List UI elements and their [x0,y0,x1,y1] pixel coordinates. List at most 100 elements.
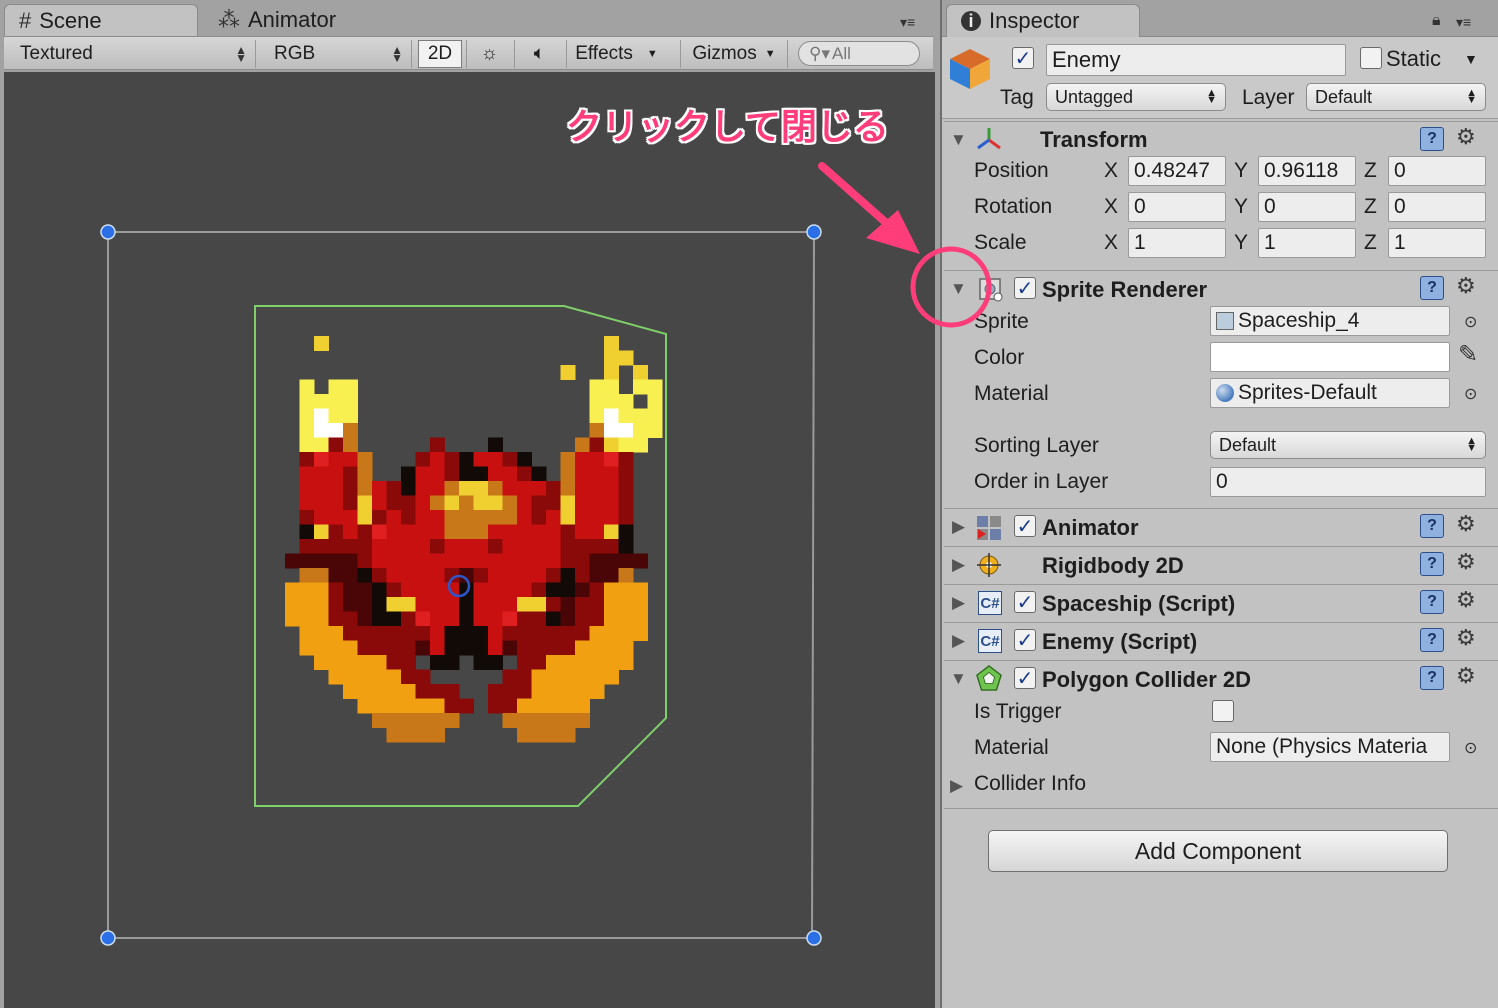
object-picker-icon[interactable]: ⊙ [1464,384,1477,404]
rigidbody2d-header[interactable]: ▶ Rigidbody 2D ? ⚙ [944,546,1498,582]
position-x-field[interactable]: 0.48247 [1128,156,1226,186]
eyedropper-icon[interactable]: ✎ [1458,340,1478,369]
fold-arrow-collapsed-icon[interactable]: ▶ [952,593,965,613]
panel-menu-icon[interactable]: ▾≡ [900,14,915,31]
animator-enabled-checkbox[interactable]: ✓ [1014,515,1036,538]
add-component-button[interactable]: Add Component [988,830,1448,872]
spaceship-script-enabled-checkbox[interactable]: ✓ [1014,591,1036,614]
lighting-toggle[interactable]: ☼ [466,40,512,68]
tab-animator[interactable]: ⁂ Animator [204,4,404,36]
axis-y-label[interactable]: Y [1234,195,1248,219]
enemy-script-title: Enemy (Script) [1042,629,1198,654]
object-picker-icon[interactable]: ⊙ [1464,312,1477,332]
sorting-layer-dropdown[interactable]: Default ▲ ▼ [1210,431,1486,459]
scale-y-field[interactable]: 1 [1258,228,1356,258]
polygon-collider-header[interactable]: ▼ ✓ Polygon Collider 2D ? ⚙ [944,660,1498,696]
gear-icon[interactable]: ⚙ [1456,625,1476,651]
effects-dropdown[interactable]: Effects ▼ [566,40,666,68]
gear-icon[interactable]: ⚙ [1456,663,1476,689]
axis-y-label[interactable]: Y [1234,231,1248,255]
gear-icon[interactable]: ⚙ [1456,511,1476,537]
material-object-field[interactable]: Sprites-Default [1210,378,1450,408]
help-book-icon[interactable]: ? [1420,276,1444,300]
help-book-icon[interactable]: ? [1420,127,1444,151]
enemy-script-header[interactable]: ▶ C# ✓ Enemy (Script) ? ⚙ [944,622,1498,658]
scale-x-field[interactable]: 1 [1128,228,1226,258]
sprite-renderer-header[interactable]: ▼ ✓ Sprite Renderer ? ⚙ [944,270,1498,306]
scene-search-input[interactable]: ⚲▾ All [798,41,920,66]
scale-z-field[interactable]: 1 [1388,228,1486,258]
speaker-icon: 🔈︎ [533,43,546,64]
sprite-object-field[interactable]: Spaceship_4 [1210,306,1450,336]
order-in-layer-field[interactable]: 0 [1210,467,1486,497]
updown-arrows-icon: ▲ ▼ [1206,87,1217,106]
gear-icon[interactable]: ⚙ [1456,587,1476,613]
animator-header[interactable]: ▶ ✓ Animator ? ⚙ [944,508,1498,544]
transform-header[interactable]: ▼ Transform ? ⚙ [944,121,1498,157]
axis-z-label[interactable]: Z [1364,231,1377,255]
object-picker-icon[interactable]: ⊙ [1464,738,1477,758]
axis-z-label[interactable]: Z [1364,195,1377,219]
fold-arrow-expanded-icon[interactable]: ▼ [950,669,967,689]
tab-inspector[interactable]: i Inspector [946,4,1140,37]
axis-y-label[interactable]: Y [1234,159,1248,183]
axis-x-label[interactable]: X [1104,159,1118,183]
position-x-value: 0.48247 [1134,159,1210,182]
rotation-x-field[interactable]: 0 [1128,192,1226,222]
tab-scene[interactable]: # Scene [4,4,198,36]
gear-icon[interactable]: ⚙ [1456,124,1476,150]
position-z-field[interactable]: 0 [1388,156,1486,186]
updown-arrows-icon: ▲ ▼ [391,43,403,65]
updown-arrows-icon: ▲ ▼ [1466,87,1477,106]
help-book-icon[interactable]: ? [1420,590,1444,614]
rotation-y-field[interactable]: 0 [1258,192,1356,222]
order-in-layer-value: 0 [1216,470,1228,493]
help-book-icon[interactable]: ? [1420,552,1444,576]
enemy-script-enabled-checkbox[interactable]: ✓ [1014,629,1036,652]
scene-viewport[interactable] [4,72,935,1008]
help-book-icon[interactable]: ? [1420,514,1444,538]
mode-2d-toggle[interactable]: 2D [418,40,462,68]
rotation-y-value: 0 [1264,195,1276,218]
is-trigger-checkbox[interactable] [1212,700,1234,722]
axis-x-label[interactable]: X [1104,231,1118,255]
physics-material-field[interactable]: None (Physics Materia [1210,732,1450,762]
color-field[interactable] [1210,342,1450,372]
sprite-renderer-enabled-checkbox[interactable]: ✓ [1014,277,1036,300]
collider-info-label[interactable]: Collider Info [974,772,1086,796]
gameobject-active-checkbox[interactable]: ✓ [1012,47,1034,70]
axis-z-label[interactable]: Z [1364,159,1377,183]
help-book-icon[interactable]: ? [1420,628,1444,652]
gizmos-dropdown[interactable]: Gizmos ▼ [680,40,788,68]
layer-dropdown[interactable]: Default ▲ ▼ [1306,83,1486,111]
gear-icon[interactable]: ⚙ [1456,549,1476,575]
tag-dropdown[interactable]: Untagged ▲ ▼ [1046,83,1226,111]
spaceship-script-header[interactable]: ▶ C# ✓ Spaceship (Script) ? ⚙ [944,584,1498,620]
gameobject-name-field[interactable]: Enemy [1046,44,1346,76]
fold-arrow-expanded-icon[interactable]: ▼ [950,130,967,150]
csharp-script-icon: C# [978,629,1002,653]
polygon-collider-enabled-checkbox[interactable]: ✓ [1014,667,1036,690]
static-checkbox[interactable] [1360,47,1382,69]
panel-menu-icon[interactable]: ▾≡ [1456,14,1471,31]
fold-arrow-expanded-icon[interactable]: ▼ [950,279,967,299]
draw-mode-dropdown[interactable]: Textured ▲ ▼ [12,40,256,68]
chevron-down-icon[interactable]: ▼ [1464,51,1478,67]
audio-toggle[interactable]: 🔈︎ [514,40,564,68]
sun-icon: ☼ [480,43,499,64]
gear-icon[interactable]: ⚙ [1456,273,1476,299]
lock-icon[interactable]: 🔒︎ [1432,12,1441,30]
render-mode-dropdown[interactable]: RGB ▲ ▼ [266,40,412,68]
fold-arrow-collapsed-icon[interactable]: ▶ [952,555,965,575]
scene-panel: # Scene ⁂ Animator ▾≡ Textured ▲ ▼ RGB ▲ ▼… [0,0,937,1008]
fold-arrow-collapsed-icon[interactable]: ▶ [950,776,963,796]
fold-arrow-collapsed-icon[interactable]: ▶ [952,631,965,651]
axis-x-label[interactable]: X [1104,195,1118,219]
fold-arrow-collapsed-icon[interactable]: ▶ [952,517,965,537]
add-component-label: Add Component [1134,837,1302,864]
position-y-field[interactable]: 0.96118 [1258,156,1356,186]
help-book-icon[interactable]: ? [1420,666,1444,690]
color-label: Color [974,346,1025,369]
rotation-z-field[interactable]: 0 [1388,192,1486,222]
tag-label: Tag [1000,86,1034,109]
